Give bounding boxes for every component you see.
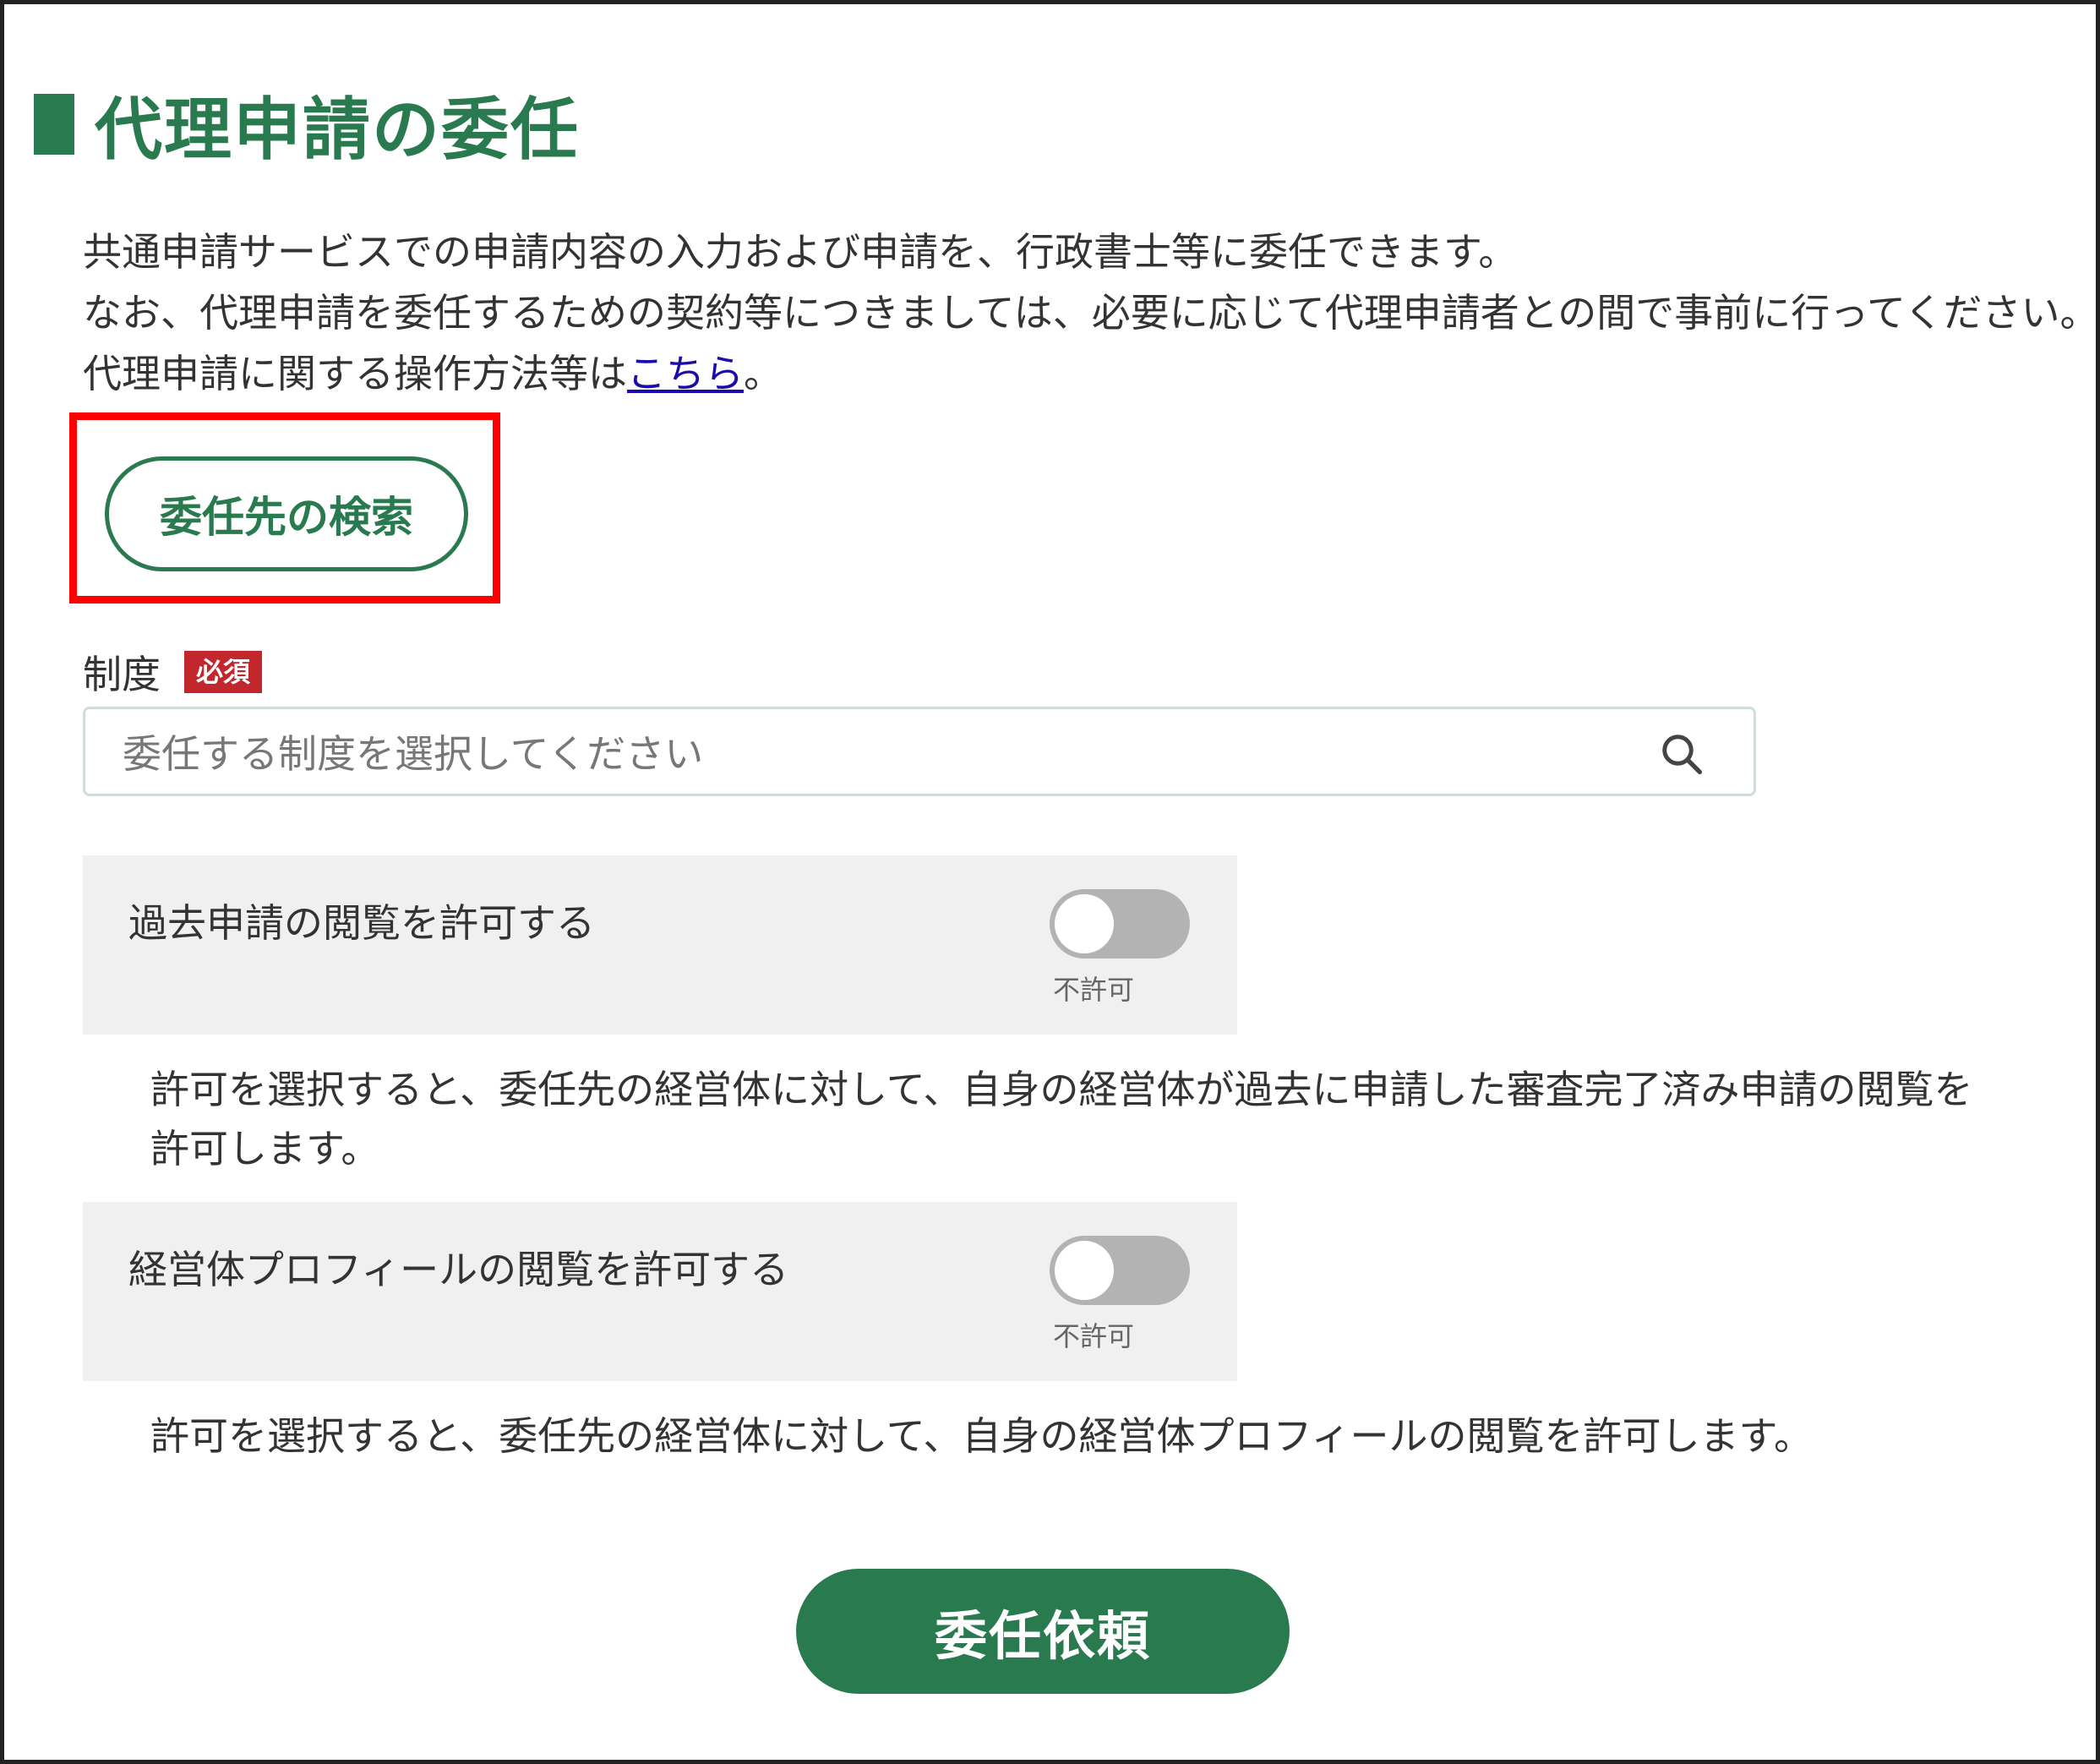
- permission-description: 許可を選択すると、委任先の経営体に対して、自身の経営体が過去に申請した審査完了済…: [150, 1067, 1973, 1171]
- permission-description: 許可を選択すると、委任先の経営体に対して、自身の経営体プロフィールの閲覧を許可し…: [150, 1413, 1813, 1459]
- toggle-knob: [1055, 1241, 1114, 1300]
- toggle-switch-past-applications[interactable]: [1050, 889, 1190, 958]
- intro-line-3: 代理申請に関する操作方法等はこちら。: [83, 343, 2099, 404]
- system-select-input[interactable]: 委任する制度を選択してください: [83, 707, 1756, 796]
- permission-label: 経営体プロフィールの閲覧を許可する: [128, 1247, 789, 1292]
- required-badge: 必須: [184, 651, 263, 693]
- intro-line-1: 共通申請サービスでの申請内容の入力および申請を、行政書士等に委任できます。: [83, 229, 1518, 275]
- permission-label: 過去申請の閲覧を許可する: [128, 900, 595, 946]
- search-delegate-button[interactable]: 委任先の検索: [105, 456, 468, 571]
- permission-panel-profile: 経営体プロフィールの閲覧を許可する 不許可: [83, 1202, 1237, 1381]
- toggle-status: 不許可: [1053, 974, 1135, 1006]
- toggle-knob: [1055, 894, 1114, 953]
- toggle-status: 不許可: [1053, 1320, 1135, 1352]
- system-field-label-row: 制度 必須: [83, 644, 263, 700]
- intro-text: 共通申請サービスでの申請内容の入力および申請を、行政書士等に委任できます。 なお…: [83, 221, 2099, 404]
- system-select-placeholder: 委任する制度を選択してください: [123, 731, 704, 777]
- page-heading: 代理申請の委任: [34, 78, 580, 171]
- permission-panel-past-applications: 過去申請の閲覧を許可する 不許可: [83, 855, 1237, 1035]
- system-field-label: 制度: [83, 652, 161, 697]
- delegate-request-button[interactable]: 委任依頼: [796, 1569, 1290, 1694]
- intro-line-3-suffix: 。: [744, 351, 783, 396]
- intro-line-2: なお、代理申請を委任するための契約等につきましては、必要に応じて代理申請者との間…: [83, 290, 2099, 336]
- toggle-switch-profile[interactable]: [1050, 1236, 1190, 1305]
- heading-accent-bar: [34, 94, 74, 155]
- help-link[interactable]: こちら: [627, 351, 744, 396]
- page-title: 代理申請の委任: [95, 90, 580, 169]
- search-icon[interactable]: [1659, 731, 1705, 777]
- intro-line-3-prefix: 代理申請に関する操作方法等は: [83, 351, 627, 396]
